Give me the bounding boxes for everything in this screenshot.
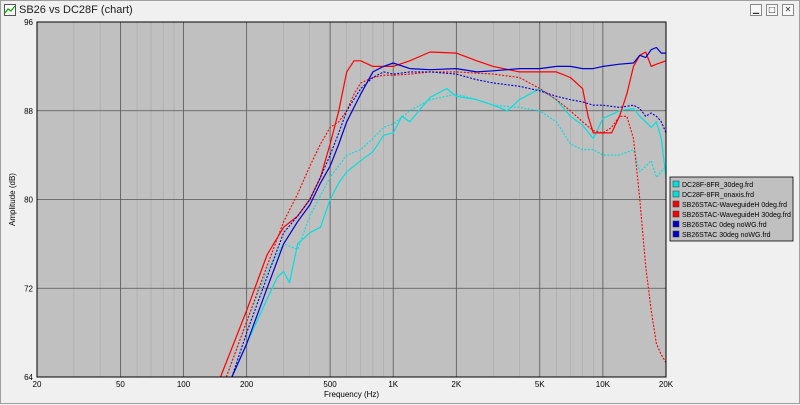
y-tick-label: 64 — [24, 373, 33, 382]
x-tick-label: 500 — [323, 380, 337, 389]
legend-swatch — [672, 180, 680, 188]
legend-entry: DC28F-8FR_onaxis.frd — [682, 192, 754, 199]
x-tick-label: 100 — [177, 380, 191, 389]
x-tick-label: 20K — [659, 380, 674, 389]
legend-swatch — [672, 200, 680, 208]
x-tick-label: 200 — [240, 380, 254, 389]
legend-entry: SB26STAC 30deg noWG.frd — [682, 232, 771, 239]
x-tick-label: 50 — [116, 380, 125, 389]
x-tick-label: 10K — [596, 380, 611, 389]
chart-window: SB26 vs DC28F (chart) ▁ □ ✕ 20 50 100 200 50… — [0, 0, 800, 404]
legend-swatch — [672, 190, 680, 198]
legend-swatch — [672, 210, 680, 218]
legend-entry: SB26STAC 0deg noWG.frd — [682, 222, 767, 229]
legend: DC28F-8FR_30deg.frd DC28F-8FR_onaxis.frd S… — [669, 176, 794, 242]
x-tick-label: 1K — [388, 380, 398, 389]
legend-entry: SB26STAC-WaveguideH 30deg.frd — [682, 212, 791, 219]
y-tick-label: 80 — [24, 196, 33, 205]
y-tick-labels: 64 72 80 88 96 — [24, 18, 33, 382]
y-tick-label: 96 — [24, 18, 33, 27]
x-tick-label: 2K — [451, 380, 461, 389]
legend-entry: SB26STAC-WaveguideH 0deg.frd — [682, 202, 787, 209]
legend-swatch — [672, 220, 680, 228]
x-axis-label: Frequency (Hz) — [324, 390, 379, 399]
x-tick-label: 20 — [33, 380, 42, 389]
y-tick-label: 88 — [24, 107, 33, 116]
x-tick-labels: 20 50 100 200 500 1K 2K 5K 10K 20K — [33, 380, 674, 389]
y-axis-label: Amplitude (dB) — [8, 173, 17, 226]
frequency-response-chart: 20 50 100 200 500 1K 2K 5K 10K 20K 64 72 80 88 96 Fre… — [8, 18, 794, 399]
x-tick-label: 5K — [535, 380, 545, 389]
legend-swatch — [672, 230, 680, 238]
y-tick-label: 72 — [24, 284, 33, 293]
legend-entry: DC28F-8FR_30deg.frd — [682, 182, 753, 189]
